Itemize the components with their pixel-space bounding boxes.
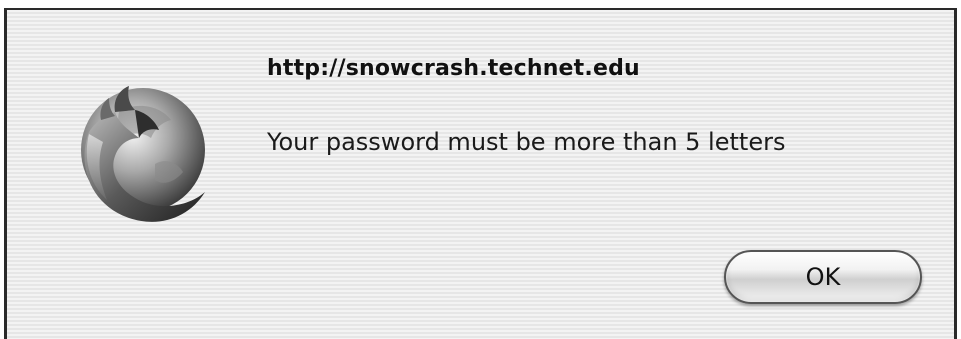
- firefox-icon: [81, 86, 205, 222]
- ok-button-label: OK: [805, 263, 841, 291]
- dialog-message: Your password must be more than 5 letter…: [267, 128, 786, 156]
- ok-button[interactable]: OK: [724, 250, 922, 304]
- dialog-title: http://snowcrash.technet.edu: [267, 56, 640, 81]
- alert-dialog: http://snowcrash.technet.edu Your passwo…: [4, 8, 957, 339]
